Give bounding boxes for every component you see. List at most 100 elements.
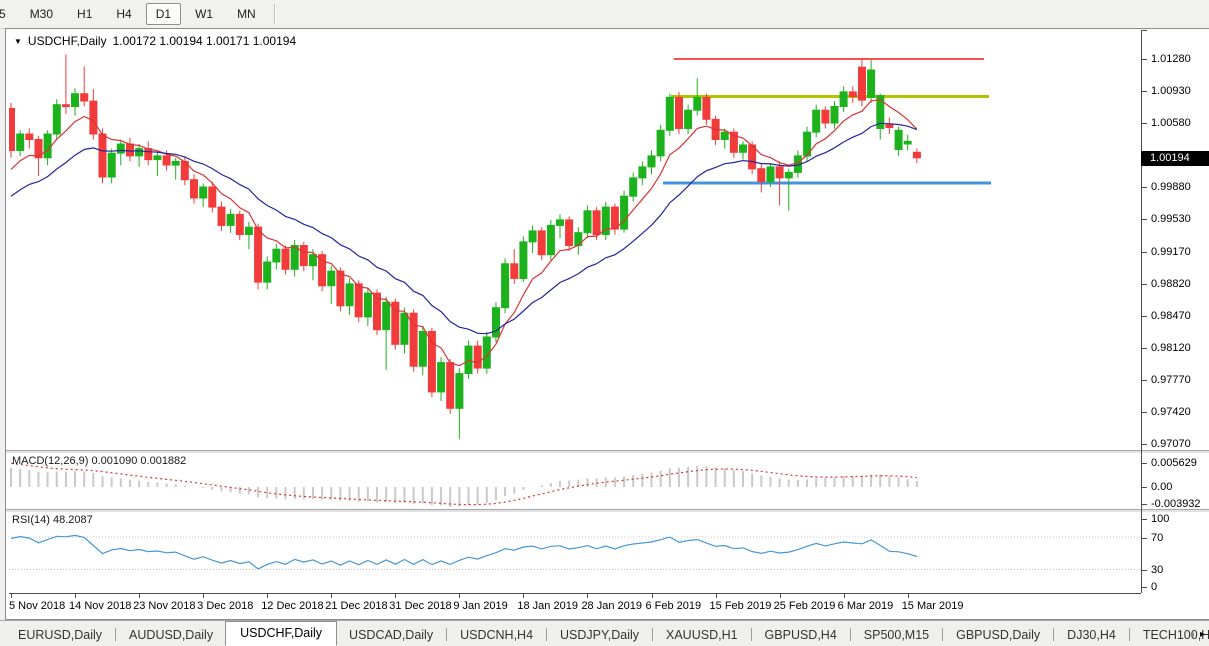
candle-body [438, 363, 445, 392]
date-tick [395, 594, 396, 598]
axis-tick [1142, 284, 1147, 285]
timeframe-w1-button[interactable]: W1 [185, 3, 223, 25]
candle-body [337, 271, 344, 306]
chart-tab-dj30-h4[interactable]: DJ30,H4 [1055, 625, 1128, 646]
tab-separator [652, 628, 653, 641]
date-label: 28 Jan 2019 [581, 600, 642, 612]
candle-body [520, 242, 527, 279]
candle-body [282, 249, 289, 269]
candle-body [721, 132, 728, 139]
candle-body [822, 110, 829, 123]
candle-body [648, 156, 655, 167]
date-label: 12 Dec 2018 [261, 600, 323, 612]
candle-body [895, 130, 902, 149]
candle-body [209, 187, 216, 207]
tab-separator [1129, 628, 1130, 641]
axis-label: -0.003932 [1151, 498, 1201, 510]
mt4-terminal: 5 M30 H1 H4 D1 W1 MN ▼ USDCHF,Daily 1.00… [0, 0, 1209, 646]
axis-label: 0.005629 [1151, 457, 1197, 469]
price-chart-panel[interactable] [9, 30, 1141, 450]
macd-signal-line [11, 463, 917, 504]
axis-tick [1142, 30, 1147, 31]
candle-body [145, 149, 152, 160]
tab-scroll-left-icon[interactable]: ◂ [1189, 629, 1194, 640]
candle-body [9, 108, 15, 150]
axis-tick [1142, 519, 1147, 520]
candle-body [172, 161, 179, 165]
axis-label: 0.99530 [1151, 213, 1191, 225]
candle-body [740, 145, 747, 152]
date-tick [523, 594, 524, 598]
timeframe-m15-button[interactable]: 5 [0, 3, 16, 25]
candle-body [364, 293, 371, 317]
rsi-indicator-panel[interactable] [9, 511, 1141, 593]
date-tick [844, 594, 845, 598]
date-label: 23 Nov 2018 [133, 600, 195, 612]
date-label: 14 Nov 2018 [69, 600, 131, 612]
candle-body [685, 110, 692, 128]
timeframe-d1-button[interactable]: D1 [146, 3, 181, 25]
chart-dropdown-icon[interactable]: ▼ [14, 37, 22, 46]
chart-tab-gbpusd-daily[interactable]: GBPUSD,Daily [944, 625, 1052, 646]
support-blue-line [663, 182, 991, 185]
axis-label: 0.98470 [1151, 310, 1191, 322]
candle-body [200, 187, 207, 198]
chart-tab-gbpusd-h4[interactable]: GBPUSD,H4 [753, 625, 849, 646]
date-tick [652, 594, 653, 598]
timeframe-h1-button[interactable]: H1 [67, 3, 102, 25]
tab-scroll-right-icon[interactable]: ▸ [1200, 629, 1205, 640]
timeframe-mn-button[interactable]: MN [227, 3, 266, 25]
tab-separator [751, 628, 752, 641]
toolbar-separator [274, 4, 276, 24]
timeframe-h4-button[interactable]: H4 [106, 3, 141, 25]
chart-tab-audusd-daily[interactable]: AUDUSD,Daily [117, 625, 225, 646]
candle-body [758, 169, 765, 182]
candle-body [886, 125, 893, 128]
timeframe-toolbar: 5 M30 H1 H4 D1 W1 MN [0, 0, 1209, 29]
date-label: 3 Dec 2018 [197, 600, 253, 612]
date-tick [203, 594, 204, 598]
chart-tab-bar: EURUSD,DailyAUDUSD,DailyUSDCHF,DailyUSDC… [0, 620, 1209, 646]
chart-tab-usdjpy-daily[interactable]: USDJPY,Daily [548, 625, 651, 646]
chart-tab-eurusd-daily[interactable]: EURUSD,Daily [6, 625, 114, 646]
tab-separator [446, 628, 447, 641]
timeframe-m30-button[interactable]: M30 [20, 3, 63, 25]
axis-tick [1142, 444, 1147, 445]
candle-body [273, 249, 280, 262]
axis-tick [1142, 412, 1147, 413]
axis-tick [1142, 123, 1147, 124]
candle-body [328, 271, 335, 286]
candle-body [191, 180, 198, 198]
candle-body [859, 67, 866, 100]
candle-body [17, 134, 24, 151]
candle-body [456, 374, 463, 409]
candle-body [236, 214, 243, 234]
chart-tab-usdcnh-h4[interactable]: USDCNH,H4 [448, 625, 545, 646]
candle-body [53, 105, 60, 134]
candle-body [44, 134, 51, 158]
date-axis[interactable]: 5 Nov 201814 Nov 201823 Nov 20183 Dec 20… [9, 593, 1141, 619]
price-axis[interactable]: 1.012801.009301.005800.998800.995300.991… [1141, 30, 1209, 593]
axis-tick [1142, 348, 1147, 349]
candle-body [264, 262, 271, 282]
chart-tab-sp500-m15[interactable]: SP500,M15 [852, 625, 941, 646]
axis-label: 30 [1151, 564, 1163, 576]
candle-body [474, 346, 481, 368]
candle-body [117, 144, 124, 153]
macd-label: MACD(12,26,9) 0.001090 0.001882 [12, 455, 186, 467]
chart-tab-usdchf-daily[interactable]: USDCHF,Daily [225, 621, 337, 646]
date-label: 21 Dec 2018 [325, 600, 387, 612]
axis-label: 0.99170 [1151, 246, 1191, 258]
candle-body [538, 231, 545, 255]
candle-body [419, 332, 426, 367]
axis-tick [1142, 587, 1147, 588]
date-label: 15 Feb 2019 [710, 600, 772, 612]
axis-label: 100 [1151, 513, 1169, 525]
axis-tick [1142, 219, 1147, 220]
chart-tab-usdcad-daily[interactable]: USDCAD,Daily [337, 625, 445, 646]
candle-body [840, 92, 847, 107]
candle-body [913, 152, 920, 158]
chart-tab-xauusd-h1[interactable]: XAUUSD,H1 [654, 625, 750, 646]
axis-tick [1142, 91, 1147, 92]
chart-title: ▼ USDCHF,Daily 1.00172 1.00194 1.00171 1… [14, 34, 296, 48]
